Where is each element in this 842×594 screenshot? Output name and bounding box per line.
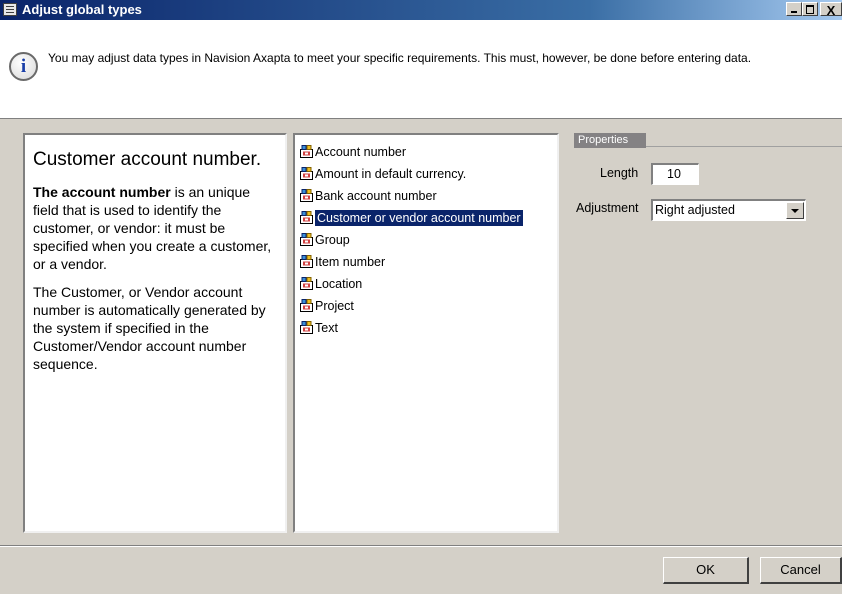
adjustment-select[interactable]: Right adjusted xyxy=(651,199,806,221)
extended-datatype-icon xyxy=(300,299,313,312)
type-list-item-label: Location xyxy=(315,277,363,291)
window-title: Adjust global types xyxy=(22,2,142,17)
extended-datatype-icon xyxy=(300,211,313,224)
extended-datatype-icon xyxy=(300,321,313,334)
extended-datatype-icon xyxy=(300,145,313,158)
global-types-list[interactable]: Account number Amount in default currency… xyxy=(293,133,559,533)
cancel-button[interactable]: Cancel xyxy=(760,557,842,584)
ok-button[interactable]: OK xyxy=(663,557,749,584)
type-list-item-label: Item number xyxy=(315,255,386,269)
type-list-item[interactable]: Location xyxy=(299,273,523,295)
type-list-item[interactable]: Amount in default currency. xyxy=(299,163,523,185)
type-list-item[interactable]: Group xyxy=(299,229,523,251)
close-button[interactable]: X xyxy=(820,2,842,18)
minimize-button[interactable] xyxy=(786,2,802,16)
extended-datatype-icon xyxy=(300,255,313,268)
bottom-divider-highlight xyxy=(0,546,842,547)
type-list-item-label: Bank account number xyxy=(315,189,437,203)
help-paragraph-2: The Customer, or Vendor account number i… xyxy=(33,284,266,372)
title-bar[interactable]: Adjust global types X xyxy=(0,0,842,20)
type-list-item-label: Amount in default currency. xyxy=(315,167,467,181)
extended-datatype-icon xyxy=(300,167,313,180)
type-list-item[interactable]: Text xyxy=(299,317,523,339)
type-list-item-label: Project xyxy=(315,299,354,313)
type-list-item[interactable]: Item number xyxy=(299,251,523,273)
type-list-item-label: Account number xyxy=(315,145,407,159)
properties-tab: Properties xyxy=(574,133,646,148)
type-list-item[interactable]: Account number xyxy=(299,141,523,163)
maximize-button[interactable] xyxy=(802,2,818,16)
type-list-item-label: Group xyxy=(315,233,350,247)
app-icon xyxy=(3,3,17,16)
properties-divider xyxy=(646,146,842,147)
type-list-item-label: Customer or vendor account number xyxy=(314,209,524,227)
extended-datatype-icon xyxy=(300,189,313,202)
adjustment-label: Adjustment xyxy=(576,201,639,215)
type-list[interactable]: Account number Amount in default currency… xyxy=(299,141,524,339)
type-list-item[interactable]: Bank account number xyxy=(299,185,523,207)
extended-datatype-icon xyxy=(300,233,313,246)
help-bold-term: The account number xyxy=(33,184,171,200)
length-label: Length xyxy=(600,166,639,180)
chevron-down-icon[interactable] xyxy=(786,202,804,219)
extended-datatype-icon xyxy=(300,277,313,290)
close-icon: X xyxy=(826,3,836,18)
length-input[interactable]: 10 xyxy=(651,163,699,185)
help-title: Customer account number. xyxy=(33,149,262,170)
type-list-item[interactable]: Project xyxy=(299,295,523,317)
info-text: You may adjust data types in Navision Ax… xyxy=(48,51,752,65)
help-panel: Customer account number. The account num… xyxy=(23,133,287,533)
info-header: i You may adjust data types in Navision … xyxy=(0,20,842,119)
type-list-item[interactable]: Customer or vendor account number xyxy=(299,207,524,229)
type-list-item-label: Text xyxy=(315,321,338,335)
adjustment-value: Right adjusted xyxy=(655,203,735,217)
info-icon: i xyxy=(9,52,38,81)
help-paragraph-1: The account number is an unique field th… xyxy=(33,183,273,273)
